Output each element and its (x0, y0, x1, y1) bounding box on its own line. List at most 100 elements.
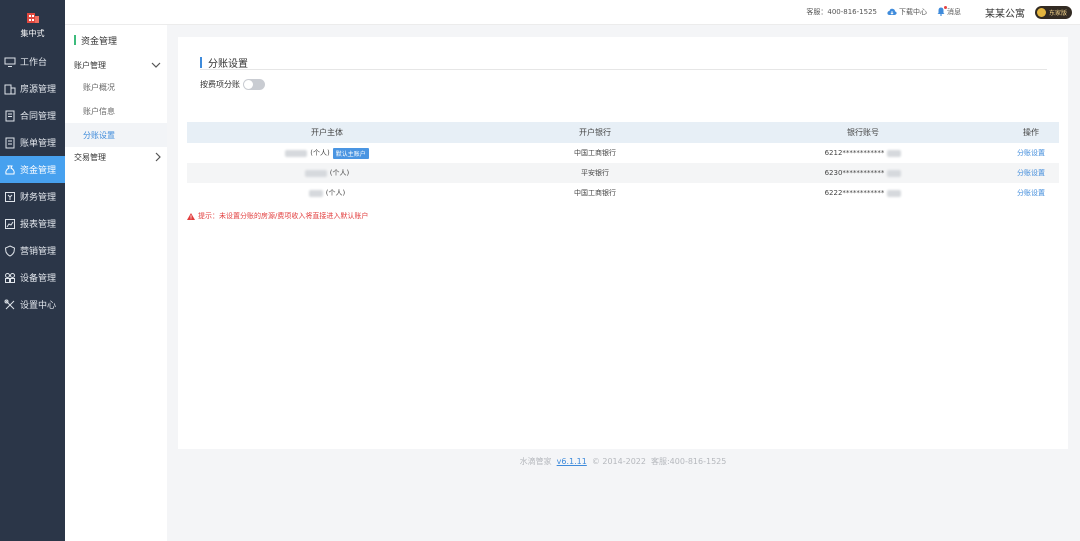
split-settings-link[interactable]: 分账设置 (1003, 188, 1059, 198)
owner-cell: (个人) 默认主账户 (187, 147, 467, 159)
product-name: 水滴管家 (519, 457, 552, 466)
redacted-name (304, 169, 327, 177)
submenu-group-transactions[interactable]: 交易管理 (65, 147, 167, 167)
submenu-group-label: 账户管理 (74, 60, 106, 70)
account-cell: 6230************ (723, 169, 1003, 177)
account-number: 6212************ (824, 149, 885, 157)
report-icon (5, 218, 15, 229)
owner-cell: (个人) (187, 188, 467, 198)
col-bank: 开户银行 (579, 128, 611, 137)
account-number: 6222************ (824, 189, 885, 197)
divider (200, 69, 1047, 70)
col-account: 银行账号 (847, 128, 879, 137)
sidebar-item-label: 财务管理 (20, 193, 57, 203)
owner-type: (个人) (329, 169, 350, 177)
sidebar-item-label: 账单管理 (20, 139, 57, 149)
submenu-title: 资金管理 (65, 25, 167, 55)
warning-triangle-icon (187, 212, 195, 220)
company-name[interactable]: 某某公寓 (985, 5, 1025, 20)
account-number: 6230************ (824, 169, 885, 177)
owner-type: (个人) (310, 149, 330, 157)
sub-navigation: 资金管理 账户管理 账户概况 账户信息 分账设置 交易管理 (65, 25, 167, 541)
tools-icon (4, 299, 15, 309)
sidebar-item-label: 资金管理 (20, 166, 57, 176)
table-row: (个人) 中国工商银行 6222************ 分账设置 (187, 183, 1059, 203)
split-settings-link[interactable]: 分账设置 (1003, 148, 1059, 158)
section-title-label: 分账设置 (208, 59, 248, 70)
device-grid-icon (5, 272, 15, 283)
sidebar-item-funds[interactable]: 资金管理 (0, 156, 65, 183)
submenu-group-accounts[interactable]: 账户管理 (65, 55, 167, 75)
sidebar-item-label: 工作台 (20, 58, 48, 68)
sidebar-item-label: 营销管理 (20, 247, 57, 257)
redacted-name (285, 149, 308, 157)
sidebar-item-label: 设置中心 (20, 301, 57, 311)
bill-icon (5, 137, 15, 148)
redacted-digits (887, 149, 902, 157)
download-center-label: 下载中心 (898, 8, 927, 16)
messages-link[interactable]: 消息 (937, 5, 961, 18)
version-link[interactable]: v6.1.11 (557, 457, 587, 466)
table-header: 开户主体 开户银行 银行账号 操作 (187, 122, 1059, 143)
building-icon (4, 84, 16, 94)
table-row: (个人) 默认主账户 中国工商银行 6212************ 分账设置 (187, 143, 1059, 163)
footer-hotline: 客服:400-816-1525 (650, 457, 727, 466)
split-by-fee-toggle[interactable] (243, 79, 265, 90)
section-title: 分账设置 (200, 55, 248, 70)
building-logo-icon (26, 10, 40, 24)
contract-icon (5, 110, 15, 121)
sidebar-item-workbench[interactable]: 工作台 (0, 48, 65, 75)
submenu-item-overview[interactable]: 账户概况 (65, 75, 167, 99)
bank-cell: 中国工商银行 (574, 149, 616, 157)
top-bar: 客服：400-816-1525 下载中心 消息 某某公寓 东家版 (65, 0, 1080, 25)
redacted-digits (887, 189, 902, 197)
bank-cell: 平安银行 (581, 169, 609, 177)
download-center-link[interactable]: 下载中心 (887, 7, 927, 17)
main-sidebar: 集中式 工作台 房源管理 合同管理 账单管理 资金管理 财务管理 报表管理 营销… (0, 0, 65, 541)
brand[interactable]: 集中式 (0, 0, 65, 48)
submenu-title-label: 资金管理 (81, 36, 118, 47)
chevron-down-icon (151, 62, 161, 68)
monitor-icon (4, 57, 16, 67)
accounts-table: 开户主体 开户银行 银行账号 操作 (个人) 默认主账户 中国工商银行 6212… (187, 122, 1059, 203)
sidebar-item-label: 报表管理 (20, 220, 57, 230)
bell-icon (937, 5, 947, 18)
submenu-item-account-info[interactable]: 账户信息 (65, 99, 167, 123)
coin-icon (1036, 7, 1046, 17)
sidebar-item-label: 设备管理 (20, 274, 57, 284)
sidebar-item-label: 合同管理 (20, 112, 57, 122)
app-root: 集中式 工作台 房源管理 合同管理 账单管理 资金管理 财务管理 报表管理 营销… (0, 0, 1080, 541)
copyright: © 2014-2022 (591, 457, 646, 466)
sidebar-item-marketing[interactable]: 营销管理 (0, 237, 65, 264)
sidebar-item-finance[interactable]: 财务管理 (0, 183, 65, 210)
submenu-group-label: 交易管理 (74, 152, 106, 162)
table-row: (个人) 平安银行 6230************ 分账设置 (187, 163, 1059, 183)
split-by-fee-row: 按费项分账 (200, 79, 265, 90)
default-account-tag: 默认主账户 (332, 147, 369, 159)
bank-cell: 中国工商银行 (574, 189, 616, 197)
hotline-text: 客服：400-816-1525 (806, 8, 877, 16)
warning-tip: 提示：未设置分账的房源/费项收入将直接进入默认账户 (187, 211, 368, 221)
submenu-item-split-settings[interactable]: 分账设置 (65, 123, 167, 147)
finance-icon (5, 191, 15, 202)
warning-tip-text: 提示：未设置分账的房源/费项收入将直接进入默认账户 (198, 212, 369, 220)
sidebar-item-devices[interactable]: 设备管理 (0, 264, 65, 291)
col-action: 操作 (1023, 128, 1039, 137)
edition-label: 东家版 (1048, 9, 1067, 17)
cloud-download-icon (887, 8, 897, 15)
sidebar-item-contract[interactable]: 合同管理 (0, 102, 65, 129)
redacted-name (308, 189, 323, 197)
money-bag-icon (5, 165, 15, 174)
sidebar-item-settings[interactable]: 设置中心 (0, 291, 65, 318)
owner-cell: (个人) (187, 168, 467, 178)
footer: 水滴管家 v6.1.11 © 2014-2022 客服:400-816-1525 (178, 456, 1068, 467)
chevron-right-icon (155, 152, 161, 162)
split-by-fee-label: 按费项分账 (200, 80, 240, 89)
split-settings-link[interactable]: 分账设置 (1003, 168, 1059, 178)
edition-badge: 东家版 (1034, 5, 1072, 19)
sidebar-item-label: 房源管理 (20, 85, 57, 95)
sidebar-item-reports[interactable]: 报表管理 (0, 210, 65, 237)
sidebar-item-bills[interactable]: 账单管理 (0, 129, 65, 156)
shield-icon (4, 244, 16, 257)
sidebar-item-housing[interactable]: 房源管理 (0, 75, 65, 102)
